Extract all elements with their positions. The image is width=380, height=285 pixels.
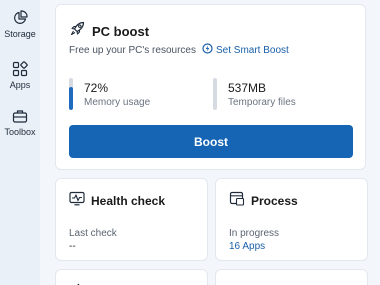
pc-boost-title: PC boost: [92, 23, 150, 39]
toolbox-icon: [12, 108, 28, 124]
app-window: Storage Apps Toolbox PC boost Free up yo…: [0, 0, 380, 285]
temporary-files-meter: [213, 78, 217, 110]
temporary-files-label: Temporary files: [228, 97, 296, 108]
boost-button[interactable]: Boost: [69, 125, 353, 158]
partial-card-left[interactable]: [55, 269, 208, 285]
rocket-icon: [69, 20, 86, 42]
pc-boost-card: PC boost Free up your PC's resources Set…: [55, 4, 366, 170]
in-progress-apps-link[interactable]: 16 Apps: [229, 241, 265, 252]
sidebar-item-label: Storage: [4, 29, 36, 39]
apps-grid-icon: [12, 61, 28, 77]
set-smart-boost-link[interactable]: Set Smart Boost: [202, 43, 289, 57]
smart-boost-icon: [202, 43, 213, 57]
memory-usage-value: 72%: [84, 81, 109, 95]
last-check-value: --: [69, 241, 76, 252]
sidebar-item-label: Toolbox: [4, 127, 36, 137]
memory-usage-meter: [69, 78, 73, 110]
process-window-icon: [229, 191, 245, 211]
process-title: Process: [251, 194, 298, 208]
sidebar-item-storage[interactable]: Storage: [0, 10, 40, 39]
partial-card-icon: [70, 278, 84, 285]
set-smart-boost-label: Set Smart Boost: [216, 44, 289, 56]
memory-usage-label: Memory usage: [84, 97, 151, 108]
partial-card-icon: [230, 278, 244, 285]
health-check-header: Health check: [69, 191, 165, 211]
pie-chart-icon: [12, 10, 28, 26]
sidebar-item-apps[interactable]: Apps: [0, 61, 40, 90]
pc-boost-header: PC boost: [69, 20, 149, 42]
partial-card-right[interactable]: [215, 269, 368, 285]
main-content: PC boost Free up your PC's resources Set…: [40, 0, 380, 285]
memory-usage-fill: [69, 86, 73, 110]
in-progress-label: In progress: [229, 228, 280, 239]
temporary-files-value: 537MB: [228, 81, 267, 95]
health-check-card[interactable]: Health check Last check --: [55, 178, 208, 261]
process-header: Process: [229, 191, 298, 211]
sidebar: Storage Apps Toolbox: [0, 0, 40, 285]
sidebar-item-label: Apps: [9, 80, 31, 90]
last-check-label: Last check: [69, 228, 117, 239]
pulse-monitor-icon: [69, 191, 85, 211]
pc-boost-subtitle: Free up your PC's resources: [69, 45, 196, 56]
sidebar-item-toolbox[interactable]: Toolbox: [0, 108, 40, 137]
health-check-title: Health check: [91, 194, 166, 208]
process-card[interactable]: Process In progress 16 Apps: [215, 178, 368, 261]
